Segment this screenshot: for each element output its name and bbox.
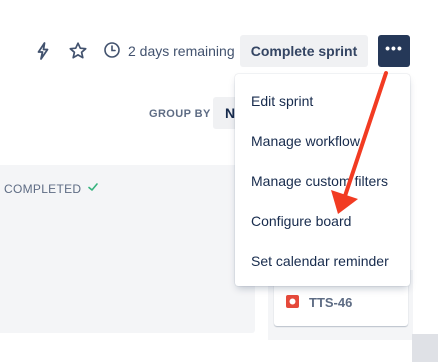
days-remaining-text: 2 days remaining [128, 43, 235, 59]
complete-sprint-label: Complete sprint [250, 43, 358, 59]
check-icon [86, 180, 100, 194]
complete-sprint-button[interactable]: Complete sprint [240, 35, 368, 67]
automation-lightning-icon[interactable] [32, 40, 54, 62]
menu-item-set-calendar-reminder[interactable]: Set calendar reminder [251, 253, 389, 269]
bug-icon [286, 295, 299, 308]
star-icon[interactable] [67, 40, 89, 62]
scrollbar-area [412, 334, 438, 362]
more-horizontal-icon: ••• [385, 40, 403, 56]
menu-item-manage-workflow[interactable]: Manage workflow [251, 133, 360, 149]
menu-item-configure-board[interactable]: Configure board [251, 213, 351, 229]
group-by-value: N [225, 105, 236, 121]
issue-key[interactable]: TTS-46 [309, 295, 352, 310]
more-actions-menu: Edit sprint Manage workflow Manage custo… [235, 74, 410, 286]
clock-icon [103, 41, 121, 59]
group-by-label: GROUP BY [149, 108, 211, 120]
more-actions-button[interactable]: ••• [378, 35, 410, 67]
menu-item-manage-custom-filters[interactable]: Manage custom filters [251, 173, 388, 189]
menu-item-edit-sprint[interactable]: Edit sprint [251, 93, 313, 109]
completed-column-title: COMPLETED [4, 182, 82, 196]
